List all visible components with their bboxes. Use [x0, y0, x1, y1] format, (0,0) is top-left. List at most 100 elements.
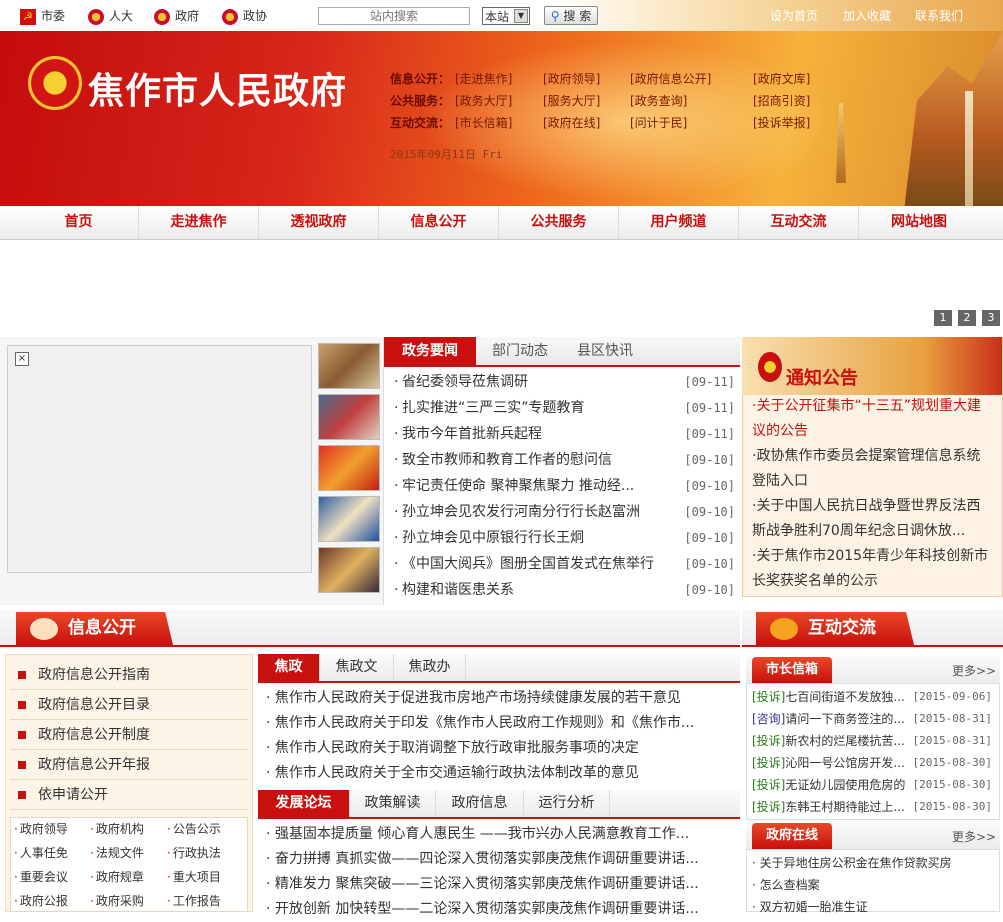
info-grid-link[interactable]: · 法规文件	[90, 841, 144, 865]
mailbox-item[interactable]: [投诉]新农村的烂尾楼抗苦... [2015-08-31]	[752, 730, 998, 752]
online-item[interactable]: · 关于异地住房公积金在焦作贷款买房	[752, 852, 998, 874]
link-cppcc[interactable]: 政协	[222, 6, 267, 26]
news-item[interactable]: · 我市今年首批新兵起程 [09-11]	[394, 422, 739, 446]
tab-county-news[interactable]: 县区快讯	[564, 337, 646, 365]
info-grid-link[interactable]: · 政府公报	[14, 889, 68, 913]
forum-item[interactable]: · 开放创新 加快转型——二论深入贯彻落实郭庚茂焦作调研重要讲话...	[266, 897, 736, 922]
nav-home[interactable]: 首页	[19, 206, 139, 239]
quick-link[interactable]: [服务大厅]	[543, 92, 600, 109]
government-online-more-link[interactable]: 更多>>	[952, 828, 996, 845]
document-item[interactable]: · 焦作市人民政府关于全市交通运输行政执法体制改革的意见	[266, 761, 736, 786]
carousel-page-2[interactable]: 2	[958, 310, 976, 326]
carousel-page-1[interactable]: 1	[934, 310, 952, 326]
info-grid-link[interactable]: · 工作报告	[167, 889, 221, 913]
photo-thumbnail[interactable]	[318, 343, 380, 389]
news-item[interactable]: · 孙立坤会见农发行河南分行行长赵富洲 [09-10]	[394, 500, 739, 524]
mayor-mailbox-more-link[interactable]: 更多>>	[952, 662, 996, 679]
notice-item[interactable]: ·关于中国人民抗日战争暨世界反法西斯战争胜利70周年纪念日调休放...	[752, 494, 992, 544]
mailbox-item[interactable]: [投诉]无证幼儿园使用危房的 [2015-08-30]	[752, 774, 998, 796]
quick-link[interactable]: [政府文库]	[753, 70, 810, 87]
online-item[interactable]: · 怎么查档案	[752, 874, 998, 896]
contact-us-link[interactable]: 联系我们	[915, 6, 963, 26]
nav-public-service[interactable]: 公共服务	[499, 206, 619, 239]
info-list-item[interactable]: 政府信息公开年报	[10, 750, 248, 780]
carousel-page-3[interactable]: 3	[982, 310, 1000, 326]
link-government[interactable]: 政府	[154, 6, 199, 26]
info-list-item[interactable]: 政府信息公开指南	[10, 660, 248, 690]
info-list-item[interactable]: 政府信息公开制度	[10, 720, 248, 750]
nav-interaction[interactable]: 互动交流	[739, 206, 859, 239]
news-item[interactable]: · 《中国大阅兵》图册全国首发式在焦举行 [09-10]	[394, 552, 739, 576]
government-online-title[interactable]: 政府在线	[752, 823, 832, 849]
mailbox-item[interactable]: [投诉]东韩王村期待能过上... [2015-08-30]	[752, 796, 998, 818]
nav-government[interactable]: 透视政府	[259, 206, 379, 239]
mayor-mailbox-title[interactable]: 市长信箱	[752, 657, 832, 683]
tab-jiaozhengban[interactable]: 焦政办	[394, 654, 466, 681]
nav-user-channel[interactable]: 用户频道	[619, 206, 739, 239]
document-item[interactable]: · 焦作市人民政府关于取消调整下放行政审批服务事项的决定	[266, 736, 736, 761]
quick-link[interactable]: [市长信箱]	[455, 114, 512, 131]
info-list-item[interactable]: 政府信息公开目录	[10, 690, 248, 720]
tab-development-forum[interactable]: 发展论坛	[258, 790, 350, 817]
info-grid-link[interactable]: · 重要会议	[14, 865, 68, 889]
document-item[interactable]: · 焦作市人民政府关于促进我市房地产市场持续健康发展的若干意见	[266, 686, 736, 711]
quick-link[interactable]: [政务大厅]	[455, 92, 512, 109]
info-grid-link[interactable]: · 政府规章	[90, 865, 144, 889]
nav-about-jiaozuo[interactable]: 走进焦作	[139, 206, 259, 239]
photo-thumbnail[interactable]	[318, 394, 380, 440]
photo-thumbnail[interactable]	[318, 547, 380, 593]
tab-government-news[interactable]: 政务要闻	[384, 337, 476, 365]
notice-item[interactable]: ·关于焦作市2015年青少年科技创新市长奖获奖名单的公示	[752, 544, 992, 594]
quick-link[interactable]: [问计于民]	[630, 114, 687, 131]
info-grid-link[interactable]: · 公告公示	[167, 817, 221, 841]
search-button[interactable]: ⚲ 搜 索	[544, 6, 598, 25]
nav-sitemap[interactable]: 网站地图	[859, 206, 979, 239]
quick-link[interactable]: [政府在线]	[543, 114, 600, 131]
notice-item[interactable]: ·关于公开征集市“十三五”规划重大建议的公告	[752, 394, 992, 444]
quick-link[interactable]: [政府信息公开]	[630, 70, 711, 87]
tab-jiaozhengwen[interactable]: 焦政文	[320, 654, 394, 681]
tab-jiaozheng[interactable]: 焦政	[258, 654, 320, 681]
tab-government-info[interactable]: 政府信息	[436, 790, 524, 817]
search-scope-select[interactable]: 本站 ▼	[482, 7, 530, 25]
nav-info-disclosure[interactable]: 信息公开	[379, 206, 499, 239]
forum-item[interactable]: · 精准发力 聚焦突破——三论深入贯彻落实郭庚茂焦作调研重要讲话...	[266, 872, 736, 897]
notice-item[interactable]: ·政协焦作市委员会提案管理信息系统登陆入口	[752, 444, 992, 494]
tab-policy-interpretation[interactable]: 政策解读	[350, 790, 436, 817]
info-grid-link[interactable]: · 人事任免	[14, 841, 68, 865]
quick-link[interactable]: [招商引资]	[753, 92, 810, 109]
link-party-committee[interactable]: ☭ 市委	[20, 6, 65, 26]
document-item[interactable]: · 焦作市人民政府关于印发《焦作市人民政府工作规则》和《焦作市...	[266, 711, 736, 736]
info-grid-link[interactable]: · 政府采购	[90, 889, 144, 913]
news-item[interactable]: · 省纪委领导莅焦调研 [09-11]	[394, 370, 739, 394]
photo-thumbnail[interactable]	[318, 445, 380, 491]
info-grid-link[interactable]: · 行政执法	[167, 841, 221, 865]
tab-operation-analysis[interactable]: 运行分析	[524, 790, 610, 817]
quick-link[interactable]: [走进焦作]	[455, 70, 512, 87]
forum-item[interactable]: · 强基固本提质量 倾心育人惠民生 ——我市兴办人民满意教育工作...	[266, 822, 736, 847]
news-item[interactable]: · 致全市教师和教育工作者的慰问信 [09-10]	[394, 448, 739, 472]
forum-item[interactable]: · 奋力拼搏 真抓实做——四论深入贯彻落实郭庚茂焦作调研重要讲话...	[266, 847, 736, 872]
info-grid-link[interactable]: · 政府领导	[14, 817, 68, 841]
quick-link[interactable]: [政府领导]	[543, 70, 600, 87]
add-favorite-link[interactable]: 加入收藏	[843, 6, 891, 26]
mailbox-item[interactable]: [投诉]七百间街道不发放独... [2015-09-06]	[752, 686, 998, 708]
photo-thumbnail[interactable]	[318, 496, 380, 542]
mailbox-item[interactable]: [咨询]请问一下商务签注的... [2015-08-31]	[752, 708, 998, 730]
news-item[interactable]: · 孙立坤会见中原银行行长王炯 [09-10]	[394, 526, 739, 550]
quick-link[interactable]: [政务查询]	[630, 92, 687, 109]
mailbox-item[interactable]: [投诉]沁阳一号公馆房开发... [2015-08-30]	[752, 752, 998, 774]
quick-link[interactable]: [投诉举报]	[753, 114, 810, 131]
news-item[interactable]: · 扎实推进“三严三实”专题教育 [09-11]	[394, 396, 739, 420]
news-item[interactable]: · 构建和谐医患关系 [09-10]	[394, 578, 739, 602]
info-grid-link[interactable]: · 重大项目	[167, 865, 221, 889]
search-input[interactable]	[318, 7, 470, 25]
info-grid-link[interactable]: · 政府机构	[90, 817, 144, 841]
tab-department-news[interactable]: 部门动态	[476, 337, 564, 365]
link-peoples-congress[interactable]: 人大	[88, 6, 133, 26]
online-item[interactable]: · 双方初婚一胎准生证	[752, 896, 998, 918]
set-homepage-link[interactable]: 设为首页	[770, 6, 818, 26]
news-item[interactable]: · 牢记责任使命 聚神聚焦聚力 推动经... [09-10]	[394, 474, 739, 498]
info-list-item[interactable]: 依申请公开	[10, 780, 248, 810]
featured-photo[interactable]	[7, 345, 312, 573]
